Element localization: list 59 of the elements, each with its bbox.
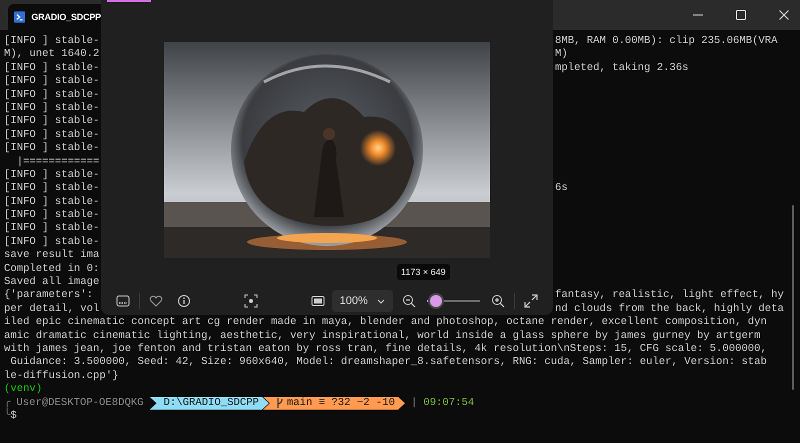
branch-icon [276,398,283,408]
terminal-line: [INFO ] stable- [4,35,100,48]
focus-icon[interactable] [244,294,258,308]
terminal-line: |============ [16,156,100,169]
terminal-line: [INFO ] stable- [4,75,100,89]
terminal-line: [INFO ] stable- [4,128,100,142]
aspect-ratio-icon[interactable] [310,294,325,308]
heart-icon[interactable] [148,294,163,308]
close-icon[interactable] [778,9,790,21]
prompt-time: 09:07:54 [423,396,474,410]
prompt-corner: ╭ [4,396,10,409]
terminal-line: [INFO ] stable- [4,102,100,115]
venv-label: (venv) [4,383,44,397]
info-icon[interactable] [176,294,191,308]
terminal-line: [INFO ] stable- [4,62,100,75]
terminal-line: fantasy, realistic, light effect, hy [555,289,785,303]
terminal-line: amic dramatic cinematic lighting, aesthetic, very inspirational, world inside a glass sphere by james gurney by artgerm [4,330,762,343]
terminal-line: save result ima [4,249,100,263]
terminal-line: M), unet 1640.2 [4,48,100,62]
terminal-line: iled epic cinematic concept art cg render made in maya, blender and photoshop, octane render, excellent composition, dyn [4,316,768,330]
terminal-line: [INFO ] stable- [4,209,100,222]
terminal-line: 8MB, RAM 0.00MB): clip 235.06MB(VRA [555,35,779,48]
screen-icon[interactable] [116,294,130,308]
terminal-line: mpleted, taking 2.36s [555,62,690,76]
terminal-line: [INFO ] stable- [4,196,100,209]
maximize-icon[interactable] [735,9,747,21]
user-host: User@DESKTOP-OE8DQKG [16,396,144,410]
terminal-line: with james jean, joe fenton and tristan eaton by ross tran, fine details, 4k resolution\nSteps: 15, CFG scale: 5.000000, [4,342,768,356]
terminal-line: per detail, vol [4,302,100,316]
terminal-line: {'parameters': [4,289,94,303]
chevron-icon [376,298,385,304]
terminal-icon [14,11,26,23]
terminal-line: Saved all image [4,276,100,289]
size-tooltip: 1173 × 649 [397,264,450,280]
git-status: main ≡ ?32 ~2 -10 [286,396,395,410]
zoom-dropdown[interactable]: 100% [332,290,393,312]
scrollbar[interactable] [792,205,794,390]
terminal-line: [INFO ] stable- [4,236,100,249]
prompt-corner: ╰ [4,410,10,424]
terminal-line: 6s [555,182,569,196]
terminal-line: [INFO ] stable- [4,115,100,129]
expand-icon[interactable] [524,294,538,308]
terminal-line: nd clouds from the back, highly deta [555,302,785,316]
slider-thumb[interactable] [430,295,442,307]
terminal-line: [INFO ] stable- [4,142,100,156]
terminal-tab[interactable]: GRADIO_SDCPP [8,4,101,30]
terminal-line: M) [555,48,569,62]
prompt-separator: | [410,396,418,410]
terminal-line: Guidance: 3.500000, Seed: 42, Size: 960x640, Model: dreamshaper_8.safetensors, RNG: cuda, Sampler: euler, Version: stab [9,356,768,370]
path-segment: D:\GRADIO_SDCPP [150,396,269,410]
zoom-in-icon[interactable] [491,294,506,308]
prompt-symbol: $ [10,410,17,424]
terminal-line: [INFO ] stable- [4,182,100,196]
terminal-line: [INFO ] stable- [4,168,100,182]
terminal-line: le-diffusion.cpp'} [4,370,120,383]
terminal-line: Completed in 0: [4,262,100,276]
terminal-line: [INFO ] stable- [4,222,100,236]
terminal-line: [INFO ] stable- [4,88,100,102]
zoom-out-icon[interactable] [402,294,416,308]
